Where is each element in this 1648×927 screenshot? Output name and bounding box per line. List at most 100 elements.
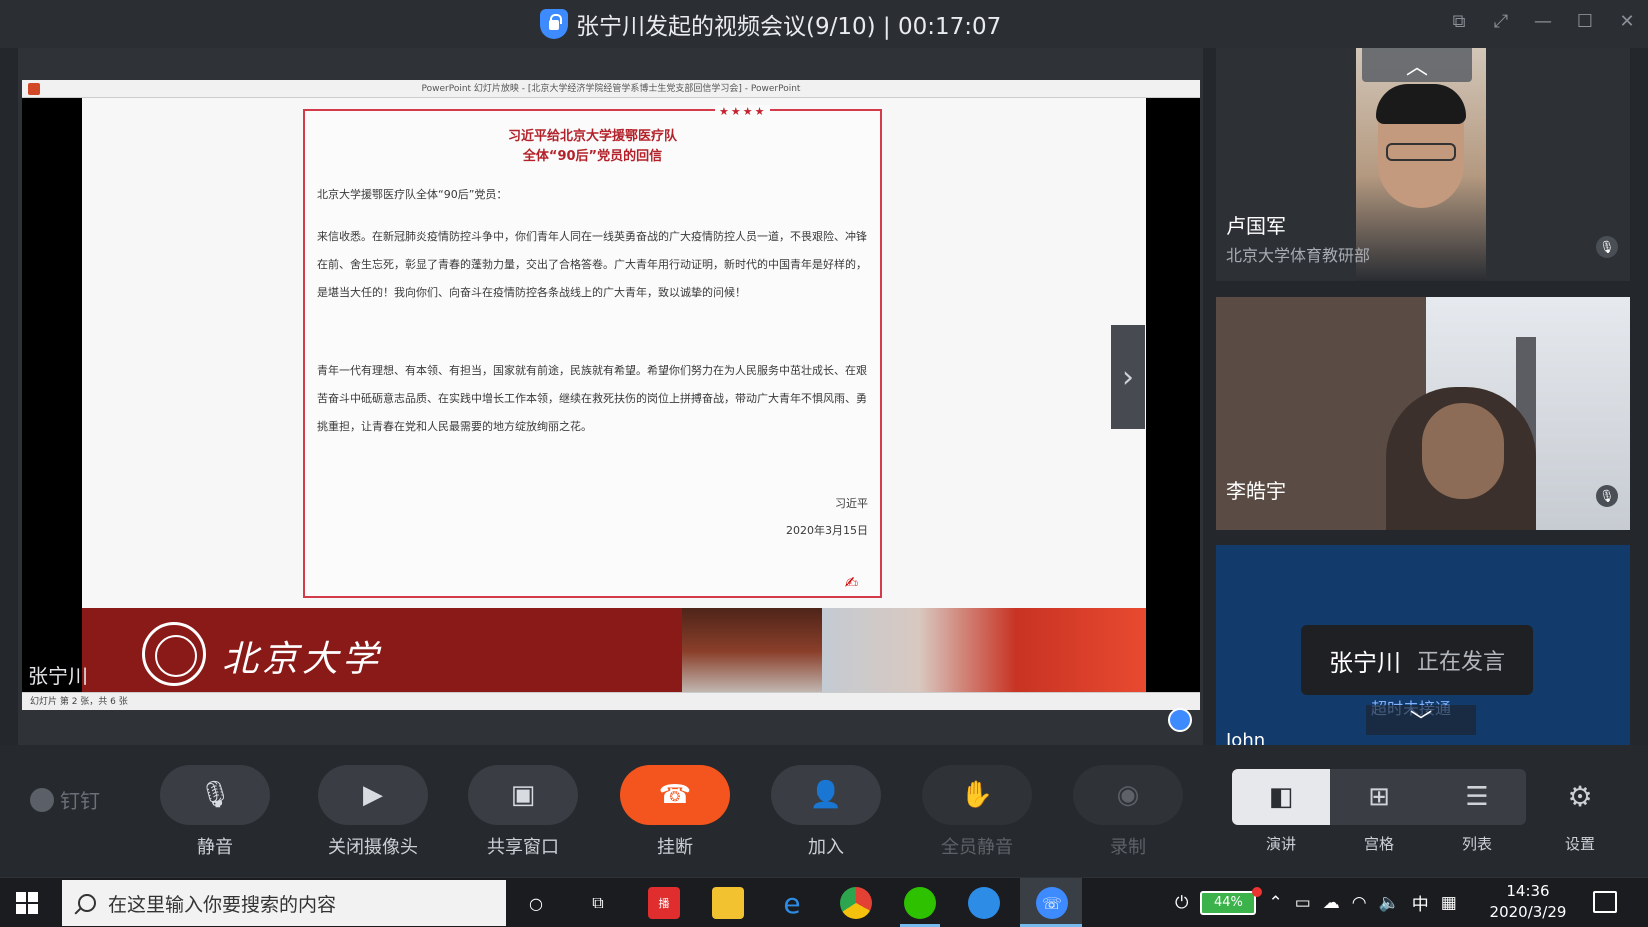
chrome-icon[interactable] [840, 887, 872, 919]
window-controls: ⧉ ⤢ — ☐ ✕ [1448, 10, 1638, 32]
list-layout-icon[interactable]: ☰ [1428, 769, 1526, 825]
ime-mode-icon[interactable]: ▦ [1441, 893, 1457, 913]
layout-list-label: 列表 [1461, 835, 1492, 853]
microphone-icon[interactable]: 🎙 [160, 765, 270, 825]
letter-frame: ★★★★ 习近平给北京大学援鄂医疗队 全体“90后”党员的回信 北京大学援鄂医疗… [303, 105, 882, 598]
battery-percent: 44% [1214, 894, 1243, 910]
power-plug-icon: ⏻ [1175, 892, 1189, 913]
join-control[interactable]: 👤 加入 [771, 765, 881, 859]
scroll-up-chevron-icon[interactable]: ︿ [1362, 48, 1472, 82]
participant-panel: ︿ 卢国军 北京大学体育教研部 🎙 李皓宇 🎙 张宁川 正在发言 超时未接通 ﹀… [1216, 48, 1630, 745]
camera-label: 关闭摄像头 [328, 837, 418, 858]
camera-icon[interactable]: ▶ [318, 765, 428, 825]
cortana-circle-icon[interactable]: ○ [520, 887, 552, 919]
participant-org: 北京大学体育教研部 [1226, 246, 1371, 265]
maximize-button[interactable]: ☐ [1574, 10, 1596, 32]
title-bar: 张宁川发起的视频会议(9/10) | 00:17:07 ⧉ ⤢ — ☐ ✕ [0, 0, 1648, 48]
letter-title-line1: 习近平给北京大学援鄂医疗队 [507, 129, 677, 144]
dingtalk-icon[interactable] [968, 887, 1000, 919]
mute-label: 静音 [197, 837, 233, 858]
minimize-button[interactable]: — [1532, 10, 1554, 32]
pku-emblem-logo [142, 622, 206, 686]
share-screen-icon[interactable]: ▣ [468, 765, 578, 825]
hangup-label: 挂断 [657, 837, 693, 858]
participant-tile[interactable]: 李皓宇 🎙 [1216, 297, 1630, 530]
camera-control[interactable]: ▶ 关闭摄像头 [318, 765, 428, 859]
pku-wordmark: 北京大学 [222, 639, 383, 680]
meeting-controls: 钉钉 🎙 静音 ▶ 关闭摄像头 ▣ 共享窗口 ☎ 挂断 👤 加入 ✋ 全员静音 … [0, 745, 1648, 877]
file-explorer-icon[interactable] [712, 887, 744, 919]
speaker-layout-icon[interactable]: ◧ [1232, 769, 1330, 825]
stage-speaker-name: 张宁川 [28, 664, 88, 688]
signature-mark: ✍ [844, 573, 858, 592]
participant-tile[interactable]: 张宁川 正在发言 超时未接通 ﹀ John [1216, 545, 1630, 745]
participant-video [1356, 48, 1486, 281]
record-label: 录制 [1110, 837, 1146, 858]
system-clock[interactable]: 14:36 2020/3/29 [1478, 881, 1578, 923]
letter-paragraph-2: 青年一代有理想、有本领、有担当，国家就有前途，民族就有希望。希望你们努力在为人民… [317, 364, 867, 433]
letter-paragraph-1: 来信收悉。在新冠肺炎疫情防控斗争中，你们青年人同在一线英勇奋战的广大疫情防控人员… [317, 230, 867, 299]
clock-date: 2020/3/29 [1489, 903, 1567, 921]
fullscreen-icon[interactable]: ⤢ [1490, 10, 1512, 32]
mute-all-icon[interactable]: ✋ [922, 765, 1032, 825]
taskbar-search[interactable]: 在这里输入你要搜索的内容 [62, 880, 506, 926]
onedrive-cloud-icon[interactable]: ☁ [1323, 893, 1340, 913]
settings-label: 设置 [1564, 835, 1595, 853]
gear-icon[interactable]: ⚙ [1555, 769, 1605, 825]
tray-expand-chevron-icon[interactable]: ⌃ [1268, 893, 1282, 913]
share-window-control[interactable]: ▣ 共享窗口 [468, 765, 578, 859]
wechat-icon[interactable] [904, 887, 936, 919]
battery-indicator[interactable]: 44% [1200, 886, 1263, 915]
ppt-title: PowerPoint 幻灯片放映 - [北京大学经济学院经管学系博士生党支部回信… [421, 84, 801, 94]
hangup-phone-icon[interactable]: ☎ [620, 765, 730, 825]
mute-all-control[interactable]: ✋ 全员静音 [922, 765, 1032, 859]
pku-banner: 北京大学 [82, 608, 1146, 695]
participant-name: 卢国军 [1226, 214, 1286, 238]
network-device-icon[interactable]: ▭ [1295, 893, 1311, 913]
record-icon[interactable]: ◉ [1073, 765, 1183, 825]
letter-title-line2: 全体“90后”党员的回信 [522, 149, 663, 164]
ppt-slideshow: PowerPoint 幻灯片放映 - [北京大学经济学院经管学系博士生党支部回信… [22, 80, 1200, 710]
edge-browser-icon[interactable]: e [776, 887, 808, 920]
mic-muted-icon: 🎙 [1596, 485, 1618, 507]
windows-start-icon[interactable] [16, 892, 38, 914]
meeting-app: 张宁川发起的视频会议(9/10) | 00:17:07 ⧉ ⤢ — ☐ ✕ Po… [0, 0, 1648, 927]
campus-photo-building [822, 608, 1146, 695]
video-meeting-icon[interactable]: ☏ [1036, 887, 1068, 919]
grid-layout-icon[interactable]: ⊞ [1330, 769, 1428, 825]
close-button[interactable]: ✕ [1616, 10, 1638, 32]
add-person-icon[interactable]: 👤 [771, 765, 881, 825]
brand-name: 钉钉 [60, 789, 100, 813]
ppt-title-bar: PowerPoint 幻灯片放映 - [北京大学经济学院经管学系博士生党支部回信… [22, 80, 1200, 98]
participant-video [1386, 387, 1536, 530]
letter-signer: 习近平 [835, 497, 868, 510]
settings-control[interactable]: ⚙ 设置 [1555, 769, 1605, 854]
notification-center-icon[interactable] [1593, 891, 1617, 913]
battery-alert-dot [1252, 886, 1263, 897]
scroll-down-chevron-icon[interactable]: ﹀ [1366, 705, 1476, 735]
shared-screen-stage: PowerPoint 幻灯片放映 - [北京大学经济学院经管学系博士生党支部回信… [18, 48, 1203, 745]
popout-icon[interactable]: ⧉ [1448, 10, 1470, 32]
speaking-indicator: 张宁川 正在发言 [1301, 625, 1533, 695]
mic-muted-icon: 🎙 [1596, 236, 1618, 258]
layout-grid-label: 宫格 [1363, 835, 1394, 853]
record-control[interactable]: ◉ 录制 [1073, 765, 1183, 859]
task-view-icon[interactable]: ⧉ [582, 887, 614, 919]
volume-icon[interactable]: 🔈 [1379, 893, 1400, 913]
next-page-chevron-icon[interactable]: › [1111, 325, 1145, 429]
participant-tile[interactable]: ︿ 卢国军 北京大学体育教研部 🎙 [1216, 48, 1630, 281]
ppt-status-bar: 幻灯片 第 2 张，共 6 张 [22, 692, 1200, 710]
dingtalk-logo-icon [30, 787, 54, 812]
mute-all-label: 全员静音 [941, 837, 1013, 858]
ime-indicator[interactable]: 中 [1412, 890, 1429, 915]
chat-bubble-icon[interactable] [1168, 708, 1192, 732]
glasses-shape [1386, 143, 1456, 161]
mute-control[interactable]: 🎙 静音 [160, 765, 270, 859]
wifi-icon[interactable]: ◠ [1352, 893, 1367, 913]
hangup-control[interactable]: ☎ 挂断 [620, 765, 730, 859]
system-tray: ⏻ 44% ⌃ ▭ ☁ ◠ 🔈 中 ▦ [1175, 886, 1457, 915]
app-red-icon[interactable]: 播 [648, 887, 680, 919]
layout-switcher: ◧ ⊞ ☰ [1232, 769, 1526, 825]
share-window-label: 共享窗口 [487, 837, 559, 858]
speaking-name: 张宁川 [1328, 648, 1401, 677]
